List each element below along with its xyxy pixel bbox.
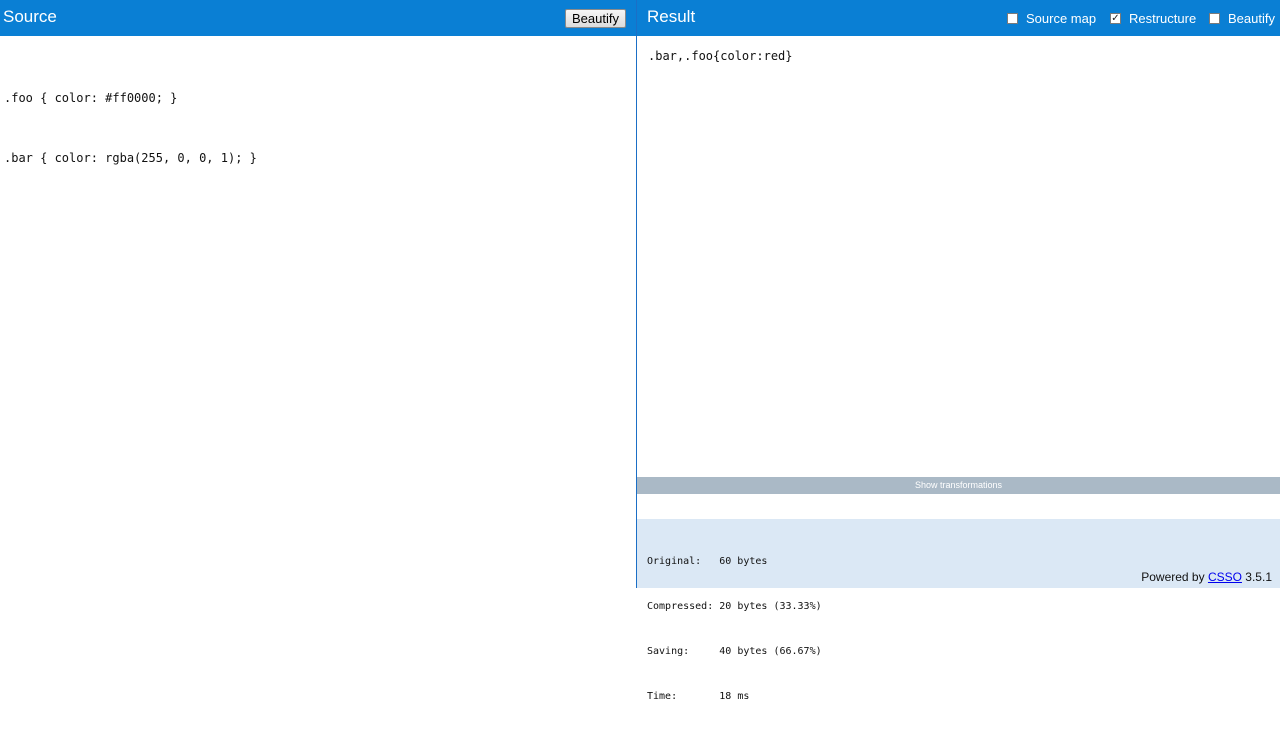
- source-map-checkbox[interactable]: [1007, 12, 1018, 24]
- version: 3.5.1: [1245, 570, 1272, 584]
- source-map-option[interactable]: Source map: [1007, 11, 1096, 27]
- source-header: Source Beautify: [0, 0, 636, 36]
- stat-saving: Saving: 40 bytes (66.67%): [647, 646, 822, 657]
- beautify-option-label: Beautify: [1228, 11, 1275, 26]
- powered-by: Powered by CSSO 3.5.1: [1141, 570, 1272, 584]
- source-title: Source: [3, 7, 57, 26]
- csso-link[interactable]: CSSO: [1208, 570, 1242, 584]
- stat-time: Time: 18 ms: [647, 691, 750, 702]
- stats-panel: Original: 60 bytes Compressed: 20 bytes …: [637, 519, 1280, 702]
- result-header: Result Source map ✓ Restructure Beautify: [637, 0, 1280, 36]
- restructure-label: Restructure: [1129, 11, 1197, 26]
- result-output: .bar,.foo{color:red}: [648, 49, 793, 63]
- restructure-checkbox[interactable]: ✓: [1110, 12, 1121, 24]
- restructure-option[interactable]: ✓ Restructure: [1110, 11, 1196, 27]
- source-editor[interactable]: .foo { color: #ff0000; } .bar { color: r…: [4, 48, 257, 208]
- stat-compressed: Compressed: 20 bytes (33.33%): [647, 601, 822, 612]
- beautify-checkbox[interactable]: [1209, 12, 1220, 24]
- show-transformations-button[interactable]: Show transformations: [637, 477, 1280, 494]
- stats-list: Original: 60 bytes Compressed: 20 bytes …: [647, 524, 822, 734]
- result-title: Result: [647, 7, 696, 26]
- source-map-label: Source map: [1026, 11, 1097, 26]
- result-pane: Result Source map ✓ Restructure Beautify…: [637, 0, 1280, 702]
- stat-original: Original: 60 bytes: [647, 556, 768, 567]
- source-code-line: .bar { color: rgba(255, 0, 0, 1); }: [4, 151, 257, 165]
- beautify-option[interactable]: Beautify: [1209, 11, 1275, 27]
- beautify-button[interactable]: Beautify: [565, 9, 626, 28]
- source-code-line: .foo { color: #ff0000; }: [4, 91, 178, 105]
- source-pane: Source Beautify .foo { color: #ff0000; }…: [0, 0, 636, 588]
